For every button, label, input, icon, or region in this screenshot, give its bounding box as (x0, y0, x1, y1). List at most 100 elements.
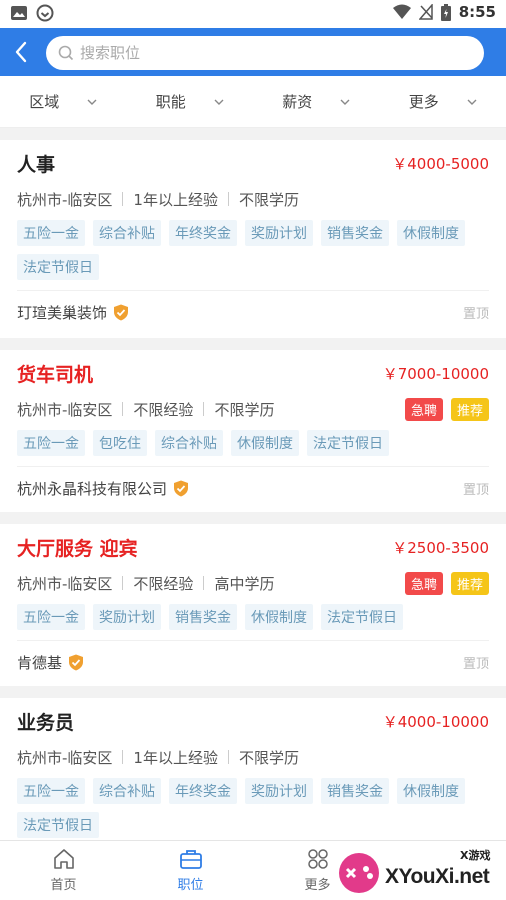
company-row: 玎瑄美巢装饰 置顶 (17, 290, 489, 334)
recommend-badge: 推荐 (450, 397, 489, 421)
benefit-tag: 奖励计划 (93, 604, 161, 630)
filter-label: 区域 (29, 93, 60, 111)
chevron-down-icon (87, 99, 97, 105)
filter-region[interactable]: 区域 (0, 76, 127, 127)
company[interactable]: 肯德基 (17, 652, 84, 673)
job-card[interactable]: 人事 ￥4000-5000 杭州市-临安区 1年以上经验 不限学历 五险一金 综… (0, 140, 506, 338)
benefit-tag: 销售奖金 (321, 778, 389, 804)
search-bar[interactable] (46, 36, 484, 70)
nav-home[interactable]: 首页 (0, 841, 127, 900)
job-badges: 急聘 推荐 (404, 571, 489, 595)
benefit-tag: 年终奖金 (169, 778, 237, 804)
pinned-label: 置顶 (462, 483, 489, 498)
benefit-tag: 休假制度 (231, 430, 299, 456)
job-education: 不限学历 (238, 748, 299, 767)
nav-label: 首页 (50, 878, 77, 893)
job-location: 杭州市-临安区 (17, 748, 113, 767)
job-title: 业务员 (17, 711, 75, 734)
benefit-tag: 休假制度 (397, 778, 465, 804)
gamepad-logo-icon (339, 853, 379, 893)
benefit-tag: 综合补贴 (93, 220, 161, 246)
job-location: 杭州市-临安区 (17, 574, 113, 593)
search-icon (58, 45, 74, 61)
job-title: 人事 (17, 153, 56, 176)
job-card[interactable]: 货车司机 ￥7000-10000 杭州市-临安区 不限经验 不限学历 急聘 推荐… (0, 350, 506, 512)
chevron-down-icon (340, 99, 350, 105)
job-salary: ￥2500-3500 (392, 538, 489, 557)
image-icon (11, 6, 27, 20)
chevron-down-icon (214, 99, 224, 105)
wifi-icon (392, 4, 411, 19)
job-title: 大厅服务 迎宾 (17, 537, 138, 560)
filter-bar: 区域 职能 薪资 更多 (0, 76, 506, 128)
company-row: 肯德基 置顶 (17, 640, 489, 684)
benefit-tag: 法定节假日 (17, 812, 99, 838)
benefit-tag: 五险一金 (17, 604, 85, 630)
job-card[interactable]: 大厅服务 迎宾 ￥2500-3500 杭州市-临安区 不限经验 高中学历 急聘 … (0, 524, 506, 686)
job-location: 杭州市-临安区 (17, 190, 113, 209)
search-input[interactable] (80, 44, 440, 62)
divider (122, 402, 124, 416)
benefit-tag: 五险一金 (17, 220, 85, 246)
company[interactable]: 杭州永晶科技有限公司 (17, 478, 189, 499)
company-row: 杭州永晶科技有限公司 置顶 (17, 466, 489, 510)
filter-more[interactable]: 更多 (380, 76, 506, 127)
divider (227, 750, 229, 764)
divider (203, 402, 205, 416)
benefit-tag: 五险一金 (17, 778, 85, 804)
benefit-tag: 综合补贴 (93, 778, 161, 804)
filter-label: 职能 (155, 93, 186, 111)
job-salary: ￥4000-5000 (392, 154, 489, 173)
benefit-tag: 法定节假日 (307, 430, 389, 456)
benefit-tags: 五险一金 综合补贴 年终奖金 奖励计划 销售奖金 休假制度 法定节假日 (17, 770, 489, 844)
benefit-tag: 法定节假日 (321, 604, 403, 630)
divider (203, 576, 205, 590)
divider (122, 750, 124, 764)
job-salary: ￥7000-10000 (382, 364, 489, 383)
benefit-tag: 年终奖金 (169, 220, 237, 246)
home-icon (53, 849, 74, 869)
urgent-badge: 急聘 (404, 397, 443, 421)
download-icon (36, 4, 54, 22)
job-location: 杭州市-临安区 (17, 400, 113, 419)
benefit-tag: 法定节假日 (17, 254, 99, 280)
job-meta: 杭州市-临安区 1年以上经验 不限学历 (17, 186, 489, 212)
divider (122, 192, 124, 206)
job-title: 货车司机 (17, 363, 94, 386)
job-salary: ￥4000-10000 (382, 712, 489, 731)
no-signal-icon (418, 4, 433, 20)
divider (227, 192, 229, 206)
grid-icon (307, 849, 328, 869)
benefit-tag: 休假制度 (245, 604, 313, 630)
job-experience: 1年以上经验 (133, 190, 218, 209)
back-button[interactable] (6, 36, 36, 68)
benefit-tag: 综合补贴 (155, 430, 223, 456)
job-list: 人事 ￥4000-5000 杭州市-临安区 1年以上经验 不限学历 五险一金 综… (0, 140, 506, 870)
job-card[interactable]: 业务员 ￥4000-10000 杭州市-临安区 1年以上经验 不限学历 五险一金… (0, 698, 506, 858)
filter-label: 薪资 (282, 93, 313, 111)
watermark: X游戏 XYouXi.net (335, 843, 506, 900)
job-education: 高中学历 (214, 574, 275, 593)
filter-label: 更多 (408, 93, 439, 111)
nav-jobs[interactable]: 职位 (127, 841, 254, 900)
pinned-label: 置顶 (462, 657, 489, 672)
benefit-tags: 五险一金 包吃住 综合补贴 休假制度 法定节假日 (17, 422, 489, 462)
verified-shield-icon (114, 304, 129, 321)
company[interactable]: 玎瑄美巢装饰 (17, 302, 129, 323)
benefit-tag: 奖励计划 (245, 778, 313, 804)
job-meta: 杭州市-临安区 不限经验 不限学历 急聘 推荐 (17, 396, 489, 422)
verified-shield-icon (69, 654, 84, 671)
filter-salary[interactable]: 薪资 (253, 76, 380, 127)
benefit-tags: 五险一金 奖励计划 销售奖金 休假制度 法定节假日 (17, 596, 489, 636)
filter-function[interactable]: 职能 (127, 76, 254, 127)
watermark-small-text: X游戏 (460, 849, 491, 862)
verified-shield-icon (174, 480, 189, 497)
nav-label: 更多 (304, 878, 331, 893)
company-name: 玎瑄美巢装饰 (17, 304, 108, 322)
chevron-down-icon (467, 99, 477, 105)
job-meta: 杭州市-临安区 1年以上经验 不限学历 (17, 744, 489, 770)
status-bar: 8:55 (0, 0, 506, 28)
benefit-tag: 销售奖金 (169, 604, 237, 630)
job-experience: 不限经验 (133, 400, 194, 419)
benefit-tag: 销售奖金 (321, 220, 389, 246)
